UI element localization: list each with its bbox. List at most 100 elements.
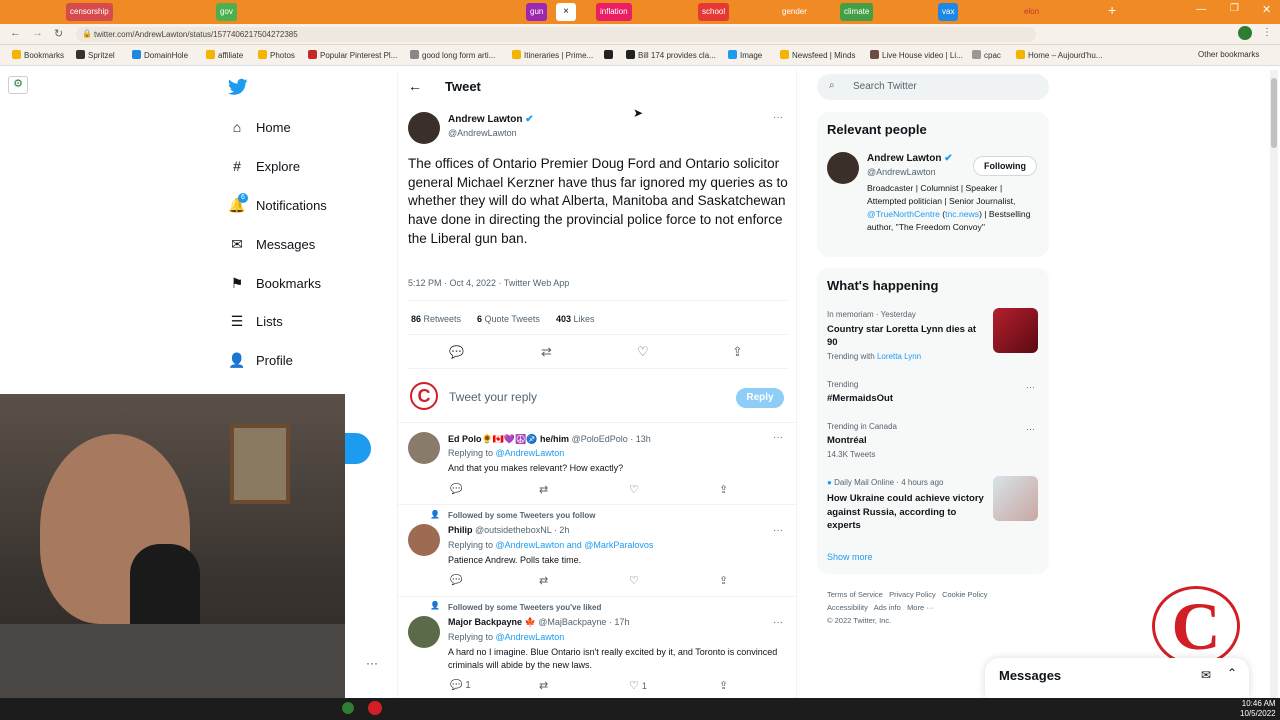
like-icon[interactable]: ♡ [637, 344, 649, 360]
bookmark-item[interactable]: Itineraries | Prime... [512, 50, 593, 60]
window-close-icon[interactable]: ✕ [1262, 3, 1271, 16]
footer-link[interactable]: Privacy Policy [889, 590, 936, 599]
new-tab-icon[interactable]: + [1108, 2, 1116, 18]
footer-link[interactable]: Accessibility [827, 603, 868, 612]
more-icon[interactable]: ··· [773, 525, 783, 536]
reply-avatar[interactable] [408, 432, 440, 464]
reply-author[interactable]: Major Backpayne 🍁 @MajBackpayne · 17h [448, 617, 629, 628]
bookmark-item[interactable]: Bookmarks [12, 50, 64, 60]
reload-icon[interactable]: ↻ [54, 27, 63, 40]
bookmark-item[interactable]: Popular Pinterest Pl... [308, 50, 397, 60]
reply-avatar[interactable] [408, 616, 440, 648]
author-name[interactable]: Andrew Lawton ✔ [448, 114, 534, 125]
my-avatar[interactable]: C [410, 382, 438, 410]
minimize-icon[interactable]: — [1196, 4, 1206, 15]
footer-link[interactable]: Terms of Service [827, 590, 883, 599]
nav-explore[interactable]: # Explore [228, 154, 300, 178]
messages-drawer[interactable]: Messages ✉ ⌃ [985, 658, 1249, 698]
bookmark-item[interactable]: cpac [972, 50, 1001, 60]
back-arrow-icon[interactable]: ← [408, 78, 422, 94]
more-icon[interactable]: ··· [773, 112, 783, 123]
trend-item[interactable]: Trending #MermaidsOut ··· [817, 376, 1049, 412]
tab-gender[interactable]: gender [778, 3, 811, 21]
share-icon[interactable]: ⇪ [732, 344, 743, 360]
search-input[interactable]: Search Twitter [853, 81, 917, 92]
avatar[interactable] [1238, 26, 1252, 40]
quotes-stat[interactable]: 6 Quote Tweets [477, 314, 540, 324]
search-box[interactable]: ⌕ Search Twitter [817, 74, 1049, 100]
reply-input[interactable]: Tweet your reply [449, 390, 537, 404]
author-handle[interactable]: @AndrewLawton [448, 128, 517, 138]
bookmark-item[interactable]: Live House video | Li... [870, 50, 963, 60]
trend-item[interactable]: ● Daily Mail Online · 4 hours ago How Uk… [817, 474, 1049, 534]
tab-vax[interactable]: vax [938, 3, 959, 21]
like-icon[interactable]: ♡ 1 [629, 679, 647, 692]
bookmark-item[interactable]: Photos [258, 50, 295, 60]
bookmark-item[interactable]: DomainHole [132, 50, 188, 60]
bookmark-item[interactable]: Home – Aujourd'hu... [1016, 50, 1102, 60]
trend-item[interactable]: Trending in Canada Montréal 14.3K Tweets… [817, 418, 1049, 464]
like-icon[interactable]: ♡ [629, 574, 639, 587]
clock[interactable]: 10:46 AM 10/5/2022 [1240, 699, 1276, 719]
url-field[interactable]: twitter.com/AndrewLawton/status/15774062… [76, 27, 1036, 42]
bookmark-item[interactable]: Spritzel [76, 50, 115, 60]
app-icon[interactable] [342, 702, 354, 714]
reply-icon[interactable]: 💬 [450, 484, 462, 495]
back-icon[interactable]: ← [10, 27, 21, 39]
menu-icon[interactable]: ⋮ [1262, 27, 1272, 38]
person-name[interactable]: Andrew Lawton ✔ [867, 153, 953, 164]
bookmark-item[interactable]: affiliate [206, 50, 243, 60]
more-icon[interactable]: ··· [1026, 382, 1035, 392]
scrollbar[interactable] [1270, 70, 1278, 698]
share-icon[interactable]: ⇪ [719, 679, 728, 692]
footer-link[interactable]: More ··· [907, 603, 934, 612]
app-icon[interactable] [368, 701, 382, 715]
tab-inflation[interactable]: inflation [596, 3, 632, 21]
footer-link[interactable]: Cookie Policy [942, 590, 987, 599]
twitter-logo-icon[interactable] [228, 78, 248, 96]
trend-item[interactable]: In memoriam · Yesterday Country star Lor… [817, 306, 1049, 372]
retweets-stat[interactable]: 86 Retweets [411, 314, 461, 324]
retweet-icon[interactable]: ⇄ [541, 344, 552, 360]
show-more-link[interactable]: Show more [827, 552, 873, 562]
reply-icon[interactable]: 💬 1 [450, 680, 471, 691]
new-message-icon[interactable]: ✉ [1201, 668, 1211, 682]
reply-avatar[interactable] [408, 524, 440, 556]
reply-button[interactable]: Reply [736, 388, 784, 408]
forward-icon[interactable]: → [32, 27, 43, 39]
more-icon[interactable]: ··· [773, 432, 783, 443]
retweet-icon[interactable]: ⇄ [539, 574, 548, 587]
tab-elon[interactable]: elon [1020, 3, 1044, 21]
more-icon[interactable]: ··· [1026, 424, 1035, 434]
share-icon[interactable]: ⇪ [719, 574, 728, 587]
person-avatar[interactable] [827, 152, 859, 184]
tab-climate[interactable]: climate [840, 3, 874, 21]
bookmark-item[interactable]: Image [728, 50, 762, 60]
like-icon[interactable]: ♡ [629, 483, 639, 496]
nav-lists[interactable]: ☰ Lists [228, 309, 283, 333]
share-icon[interactable]: ⇪ [719, 483, 728, 496]
tab-gun[interactable]: gun [526, 3, 548, 21]
reply-author[interactable]: Philip @outsidetheboxNL · 2h [448, 525, 569, 535]
retweet-icon[interactable]: ⇄ [539, 483, 548, 496]
bookmark-item[interactable]: Bill 174 provides cla... [626, 50, 716, 60]
nav-bookmarks[interactable]: ⚑ Bookmarks [228, 271, 321, 295]
reply-icon[interactable]: 💬 [449, 345, 464, 359]
following-button[interactable]: Following [973, 156, 1037, 176]
footer-link[interactable]: Ads info [874, 603, 901, 612]
tab-school[interactable]: school [698, 3, 730, 21]
bookmark-item[interactable]: Newsfeed | Minds [780, 50, 855, 60]
bookmark-item[interactable]: Other bookmarks [1198, 50, 1259, 59]
account-menu-icon[interactable]: ··· [366, 656, 378, 670]
nav-profile[interactable]: 👤 Profile [228, 348, 293, 372]
likes-stat[interactable]: 403 Likes [556, 314, 595, 324]
reply-icon[interactable]: 💬 [450, 575, 462, 586]
extension-icon[interactable]: ⚙ [8, 76, 28, 94]
reply-author[interactable]: Ed Polo🌻🇨🇦💜☮️♐ he/him @PoloEdPolo · 13h [448, 434, 651, 445]
nav-home[interactable]: ⌂ Home [228, 115, 291, 139]
maximize-icon[interactable]: ❐ [1230, 3, 1239, 14]
more-icon[interactable]: ··· [773, 617, 783, 628]
bookmark-item[interactable] [604, 50, 616, 60]
nav-messages[interactable]: ✉ Messages [228, 232, 315, 256]
person-handle[interactable]: @AndrewLawton [867, 167, 936, 177]
